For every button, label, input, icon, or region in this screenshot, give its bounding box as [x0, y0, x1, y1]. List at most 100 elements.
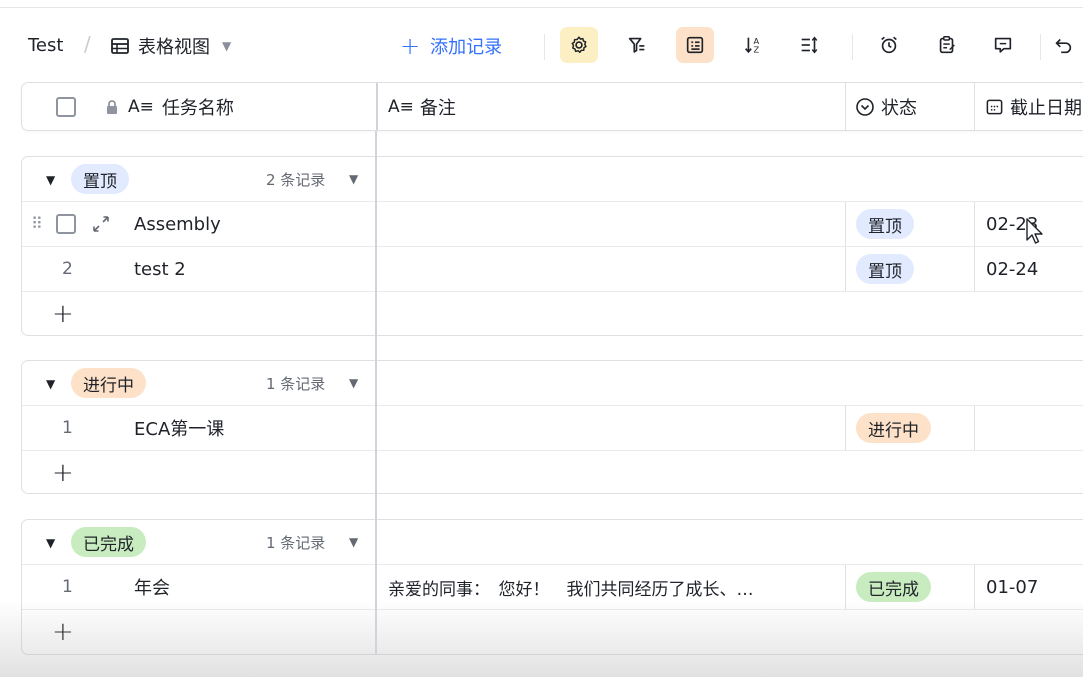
alarm-clock-icon	[881, 36, 897, 54]
column-divider	[974, 565, 975, 609]
column-header-row: A≡ 任务名称 A≡ 备注 状态 截止日期	[21, 82, 1083, 131]
form-button[interactable]	[928, 27, 966, 63]
group-label-tag: 进行中	[71, 368, 146, 398]
frozen-column-divider	[375, 131, 377, 655]
cell-remark[interactable]: 亲爱的同事： 您好！ 我们共同经历了成长、…	[388, 565, 834, 609]
group-pinned: ▼ 置顶 2 条记录 ▼ ⠿ Assembly 置顶 02-23 2 test …	[21, 156, 1083, 336]
table-row[interactable]: ⠿ Assembly 置顶 02-23	[22, 201, 1083, 246]
add-record-button[interactable]: + 添加记录	[400, 31, 502, 61]
add-row[interactable]: +	[22, 291, 1083, 336]
expand-record-icon[interactable]	[90, 213, 112, 235]
comment-icon	[994, 37, 1012, 53]
collapse-caret-icon[interactable]: ▼	[46, 377, 55, 391]
column-divider	[845, 247, 846, 291]
view-name: 表格视图	[138, 37, 210, 58]
column-divider	[845, 202, 846, 246]
status-badge: 进行中	[856, 413, 931, 443]
column-header-status[interactable]: 状态	[855, 83, 917, 130]
column-divider	[974, 83, 975, 130]
row-number: 1	[62, 577, 73, 597]
cell-task-name[interactable]: ECA第一课	[134, 406, 224, 450]
status-badge: 置顶	[856, 254, 914, 284]
settings-button[interactable]	[560, 27, 598, 63]
group-header[interactable]: ▼ 置顶 2 条记录 ▼	[22, 157, 1083, 201]
cell-status[interactable]: 置顶	[856, 247, 914, 291]
cell-task-name[interactable]: 年会	[134, 565, 170, 609]
collapse-caret-icon[interactable]: ▼	[46, 173, 55, 187]
status-badge: 已完成	[856, 572, 931, 602]
svg-text:Z: Z	[753, 44, 759, 54]
group-record-count: 1 条记录	[266, 534, 326, 552]
cell-task-name[interactable]: Assembly	[134, 202, 221, 246]
column-divider	[845, 406, 846, 450]
toolbar-divider	[852, 34, 853, 60]
row-height-icon	[801, 36, 818, 54]
table-row[interactable]: 2 test 2 置顶 02-24	[22, 246, 1083, 291]
reminder-button[interactable]	[870, 27, 908, 63]
add-record-label: 添加记录	[430, 37, 503, 58]
undo-button[interactable]	[1052, 27, 1083, 63]
column-divider	[974, 406, 975, 450]
sort-az-icon: A Z	[745, 36, 759, 54]
row-number: 1	[62, 418, 73, 438]
column-header-task-name[interactable]: A≡ 任务名称	[104, 83, 234, 130]
cell-due-date[interactable]: 02-24	[986, 247, 1038, 291]
group-record-count: 2 条记录	[266, 171, 326, 189]
table-row[interactable]: 1 年会 亲爱的同事： 您好！ 我们共同经历了成长、… 已完成 01-07	[22, 564, 1083, 609]
chevron-down-icon[interactable]: ▼	[349, 172, 358, 186]
toolbar-divider	[1040, 34, 1041, 60]
select-all-checkbox[interactable]	[56, 83, 76, 130]
chevron-down-icon[interactable]: ▼	[349, 535, 358, 549]
cell-due-date[interactable]: 01-07	[986, 565, 1038, 609]
sort-button[interactable]: A Z	[734, 27, 772, 63]
group-completed: ▼ 已完成 1 条记录 ▼ 1 年会 亲爱的同事： 您好！ 我们共同经历了成长、…	[21, 519, 1083, 655]
group-label-tag: 已完成	[71, 527, 146, 557]
group-button[interactable]	[676, 27, 714, 63]
add-row[interactable]: +	[22, 450, 1083, 495]
mouse-cursor-icon	[1026, 218, 1043, 244]
column-divider	[845, 83, 846, 130]
chevron-down-icon[interactable]: ▼	[349, 376, 358, 390]
add-row[interactable]: +	[22, 609, 1083, 654]
cell-task-name[interactable]: test 2	[134, 247, 186, 291]
checkbox[interactable]	[56, 96, 76, 117]
column-header-remark[interactable]: A≡ 备注	[388, 83, 456, 130]
frozen-divider	[376, 83, 378, 130]
add-row-plus-icon[interactable]: +	[52, 292, 74, 336]
column-title: 截止日期	[1010, 97, 1082, 119]
column-title: 状态	[881, 97, 917, 119]
table-row[interactable]: 1 ECA第一课 进行中	[22, 405, 1083, 450]
row-height-button[interactable]	[790, 27, 828, 63]
column-header-due-date[interactable]: 截止日期	[985, 83, 1082, 130]
collapse-caret-icon[interactable]: ▼	[46, 536, 55, 550]
breadcrumb-root[interactable]: Test	[28, 35, 63, 56]
calendar-icon	[986, 99, 1003, 115]
clipboard-icon	[939, 36, 955, 54]
column-title: 任务名称	[161, 97, 234, 119]
undo-icon	[1055, 38, 1072, 54]
single-select-icon	[856, 97, 874, 116]
view-switcher[interactable]: 表格视图 ▼	[110, 32, 231, 60]
table-view-icon	[111, 38, 129, 54]
cell-status[interactable]: 置顶	[856, 202, 914, 246]
status-badge: 置顶	[856, 209, 914, 239]
filter-icon	[628, 37, 645, 53]
table-view-page: Test / 表格视图 ▼ + 添加记录 A Z A≡ 任务名称 A≡ 备注 状…	[0, 0, 1083, 677]
drag-handle-icon[interactable]: ⠿	[31, 214, 43, 233]
chevron-down-icon: ▼	[222, 39, 232, 53]
cell-status[interactable]: 进行中	[856, 406, 931, 450]
filter-button[interactable]	[618, 27, 656, 63]
gear-icon	[571, 36, 587, 54]
lock-icon	[107, 99, 117, 114]
row-checkbox[interactable]	[56, 214, 76, 234]
cell-status[interactable]: 已完成	[856, 565, 931, 609]
toolbar: Test / 表格视图 ▼ + 添加记录 A Z	[0, 22, 1083, 70]
add-row-plus-icon[interactable]: +	[52, 451, 74, 495]
group-header[interactable]: ▼ 进行中 1 条记录 ▼	[22, 361, 1083, 405]
comment-button[interactable]	[984, 27, 1022, 63]
group-header[interactable]: ▼ 已完成 1 条记录 ▼	[22, 520, 1083, 564]
column-divider	[974, 202, 975, 246]
text-field-icon: A≡	[388, 96, 414, 117]
add-row-plus-icon[interactable]: +	[52, 610, 74, 654]
group-icon	[686, 36, 704, 54]
